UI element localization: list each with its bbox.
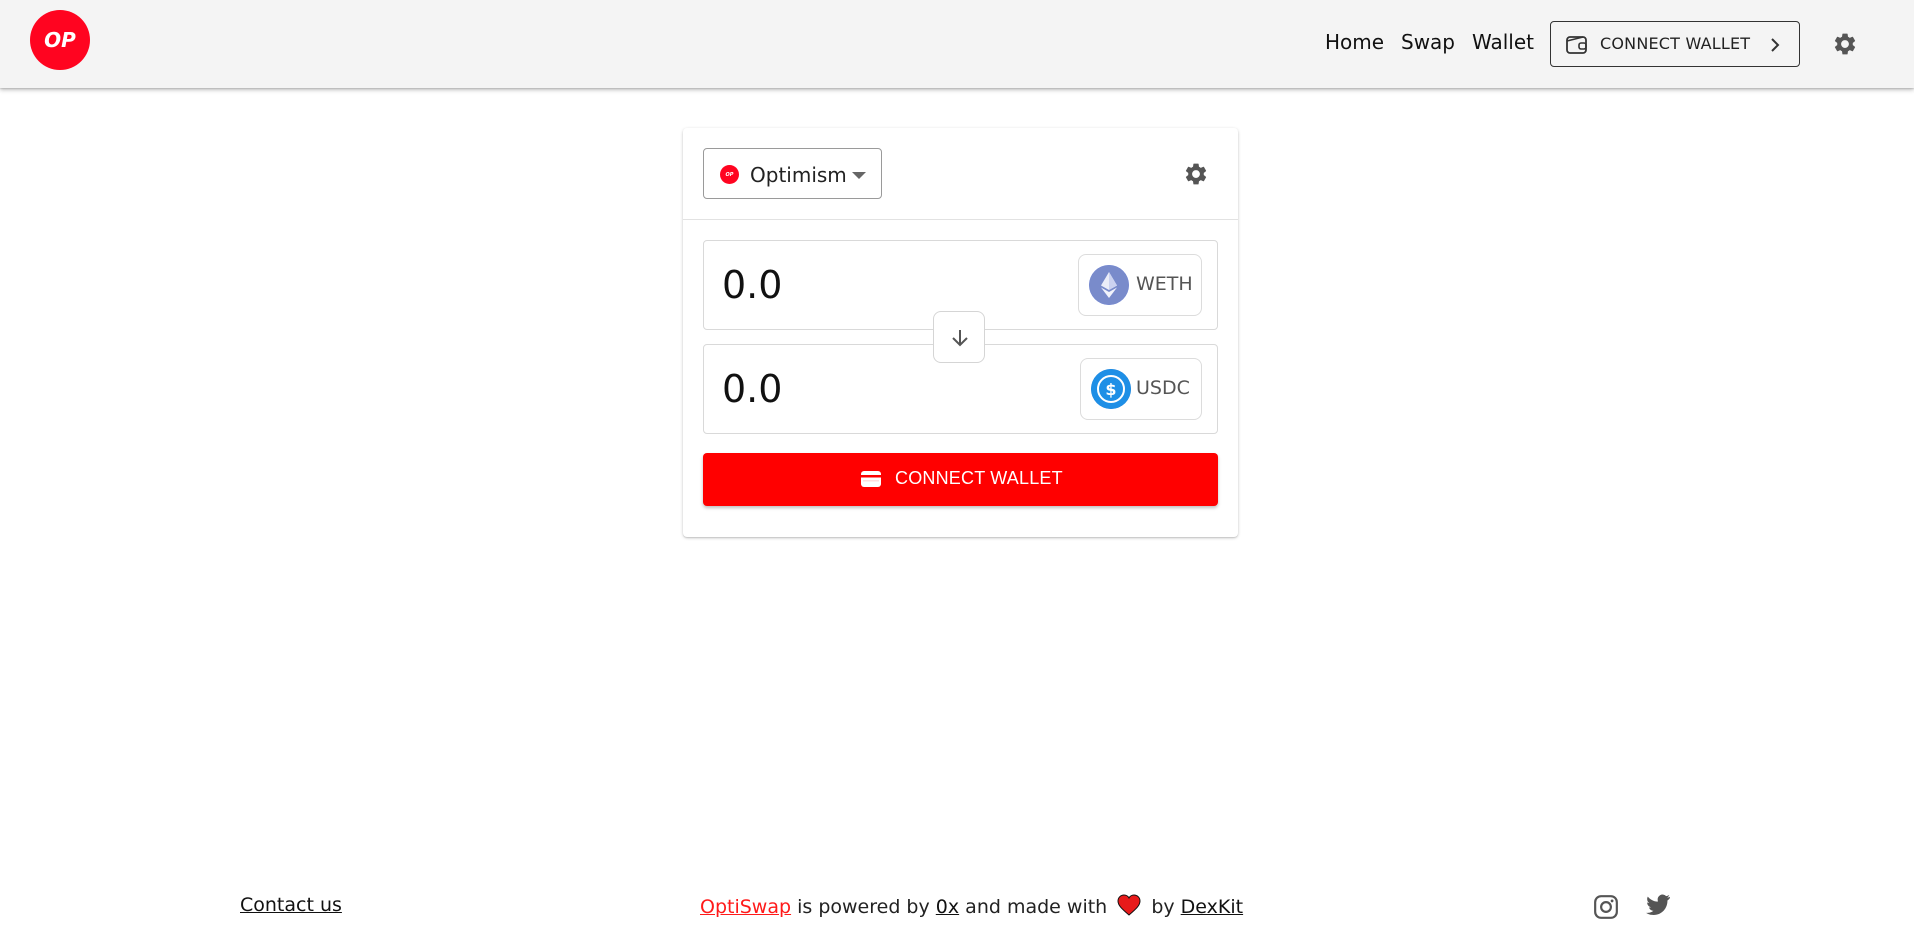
swap-card: OP Optimism WETH [683,128,1238,537]
usdc-icon: $ [1091,369,1131,409]
wallet-icon [861,471,881,487]
header-connect-wallet-label: CONNECT WALLET [1600,34,1751,53]
eth-icon [1089,265,1129,305]
swap-card-header: OP Optimism [683,128,1238,220]
network-select-label: Optimism [750,163,847,187]
buy-amount-input[interactable] [722,363,1022,415]
dexkit-link[interactable]: DexKit [1181,896,1243,918]
footer-credits: OptiSwap is powered by 0x and made with … [700,894,1243,918]
switch-tokens-button[interactable] [933,311,985,363]
nav-home-link[interactable]: Home [1325,30,1384,54]
buy-token-select-button[interactable]: $ USDC [1080,358,1202,420]
sell-token-symbol: WETH [1136,273,1193,295]
made-with-text: and made with [965,896,1108,918]
app-header: OP Home Swap Wallet CONNECT WALLET [0,0,1914,88]
by-text: by [1151,896,1175,918]
swap-settings-gear-icon[interactable] [1183,161,1209,187]
optimism-network-icon: OP [720,165,739,184]
buy-token-symbol: USDC [1136,377,1190,399]
op-logo[interactable]: OP [30,10,90,70]
chevron-right-icon [1771,38,1780,52]
caret-down-icon [852,172,866,179]
contact-us-link[interactable]: Contact us [240,894,342,916]
sell-token-select-button[interactable]: WETH [1078,254,1202,316]
nav-wallet-link[interactable]: Wallet [1472,30,1534,54]
heart-icon [1117,894,1141,916]
0x-link[interactable]: 0x [936,896,959,918]
nav-swap-link[interactable]: Swap [1401,30,1455,54]
twitter-icon[interactable] [1645,894,1671,918]
optiswap-link[interactable]: OptiSwap [700,896,791,918]
svg-text:$: $ [1105,380,1116,399]
gear-icon[interactable] [1832,31,1858,57]
instagram-icon[interactable] [1593,894,1619,920]
header-connect-wallet-button[interactable]: CONNECT WALLET [1550,21,1800,67]
network-select[interactable]: OP Optimism [703,148,882,199]
wallet-icon [1566,36,1587,54]
swap-connect-wallet-label: CONNECT WALLET [895,468,1063,488]
swap-connect-wallet-button[interactable]: CONNECT WALLET [703,453,1218,506]
powered-text: is powered by [797,896,930,918]
arrow-down-icon [952,330,968,347]
sell-amount-input[interactable] [722,259,1022,311]
